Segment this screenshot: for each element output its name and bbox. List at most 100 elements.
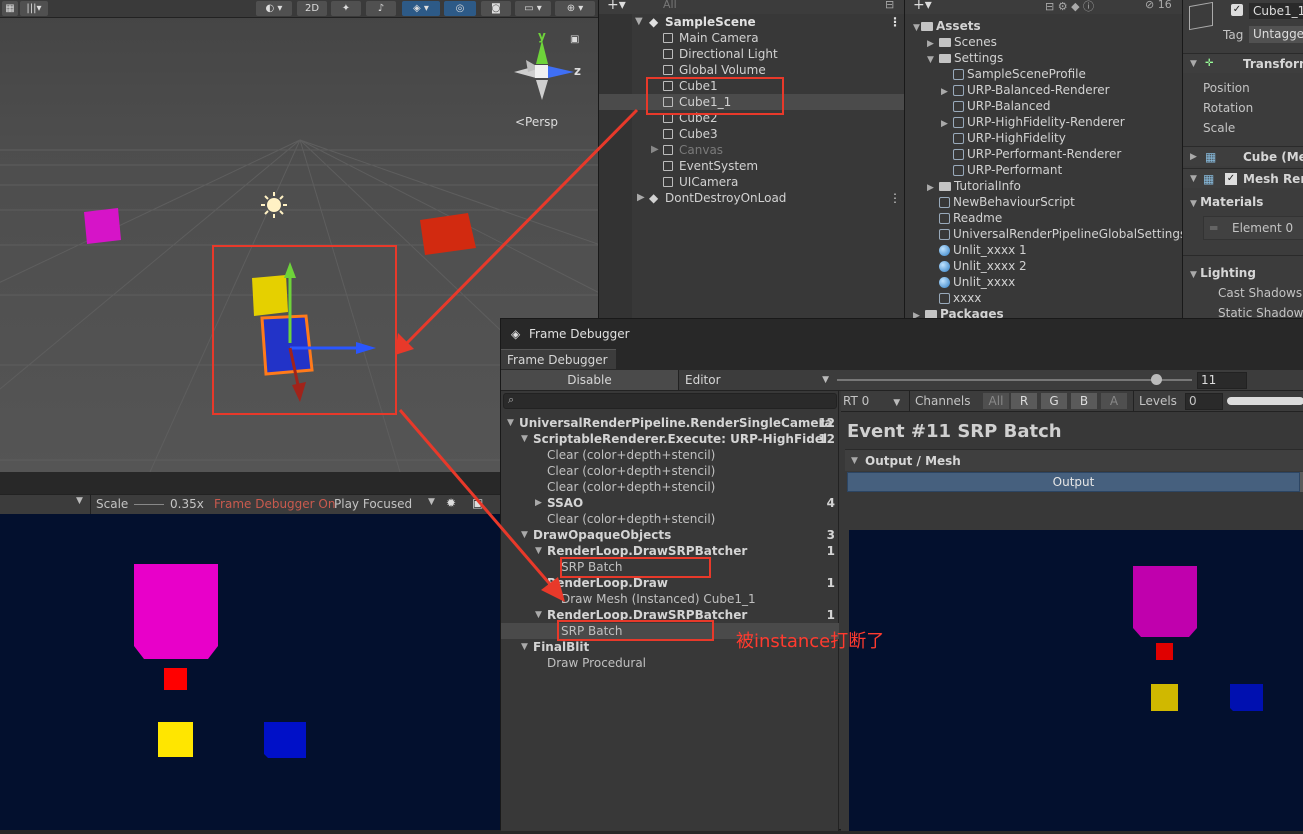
project-item[interactable]: ▼ Settings (905, 50, 1183, 66)
project-item[interactable]: ▶ URP-HighFidelity-Renderer (905, 114, 1183, 130)
mesh-renderer-header[interactable]: ▼▦✓Mesh Renderer (1183, 168, 1303, 188)
event-tree-row[interactable]: SRP Batch (501, 559, 839, 575)
window-titlebar[interactable]: ◈ Frame Debugger (501, 319, 1303, 349)
expand-arrow-icon[interactable]: ▶ (651, 142, 659, 158)
project-item[interactable]: ▶ URP-Balanced-Renderer (905, 82, 1183, 98)
element-0-row[interactable]: ═ Element 0 (1203, 216, 1303, 240)
selected-cube[interactable] (260, 314, 314, 376)
tag-dropdown[interactable]: Untagged (1249, 26, 1303, 43)
expand-arrow-icon[interactable]: ▼ (521, 527, 528, 543)
channel-all-button[interactable]: All (983, 393, 1009, 409)
event-slider-handle[interactable] (1151, 374, 1162, 385)
tree-search-input[interactable]: ⌕ (503, 393, 837, 409)
hierarchy-item[interactable]: Cube1_1 (599, 94, 905, 110)
hierarchy-item[interactable]: EventSystem (599, 158, 905, 174)
hierarchy-item[interactable]: Cube3 (599, 126, 905, 142)
expand-arrow-icon[interactable]: ▶ (535, 495, 542, 511)
hierarchy-item[interactable]: Cube1 (599, 78, 905, 94)
hierarchy-item[interactable]: ▶ Canvas (599, 142, 905, 158)
hierarchy-search[interactable]: All (663, 0, 677, 11)
perspective-label[interactable]: <Persp (515, 115, 558, 129)
scene-root-row[interactable]: ▼ ◆ SampleScene ⋮ (599, 14, 905, 30)
filter-icons[interactable]: ⊟ ⚙ ◆ ⓘ (1045, 0, 1094, 14)
gizmos-icon[interactable]: ⊕ ▾ (555, 1, 595, 16)
play-mode-chevron-icon[interactable]: ▼ (428, 497, 435, 507)
project-item[interactable]: SampleSceneProfile (905, 66, 1183, 82)
event-number-field[interactable]: 11 (1197, 372, 1247, 389)
levels-slider[interactable] (1227, 397, 1303, 405)
channel-g-button[interactable]: G (1041, 393, 1067, 409)
mesh-filter-header[interactable]: ▶▦Cube (Mesh Filter) (1183, 146, 1303, 166)
add-icon[interactable]: +▾ (607, 0, 626, 13)
rt-dropdown[interactable]: RT 0 ▼ (843, 394, 900, 408)
event-tree-row[interactable]: Draw Mesh (Instanced) Cube1_1 (501, 591, 839, 607)
event-tree-row[interactable]: ▼ UniversalRenderPipeline.RenderSingleCam… (501, 415, 839, 431)
materials-foldout[interactable]: ▼ Materials (1190, 195, 1263, 209)
effects-icon[interactable]: ◈ ▾ (402, 1, 440, 16)
hierarchy-item[interactable]: Directional Light (599, 46, 905, 62)
event-tree-row[interactable]: Clear (color+depth+stencil) (501, 479, 839, 495)
channel-a-button[interactable]: A (1101, 393, 1127, 409)
scene-menu-icon[interactable]: ⋮ (889, 14, 901, 30)
dont-destroy-row[interactable]: ▶ ◆ DontDestroyOnLoad ⋮ (599, 190, 905, 206)
project-item[interactable]: Unlit_xxxx 2 (905, 258, 1183, 274)
frame-debugger-status[interactable]: Frame Debugger On (214, 497, 335, 511)
project-item[interactable]: URP-Performant-Renderer (905, 146, 1183, 162)
hierarchy-item[interactable]: Main Camera (599, 30, 905, 46)
project-item[interactable]: xxxx (905, 290, 1183, 306)
project-item[interactable]: URP-HighFidelity (905, 130, 1183, 146)
project-item[interactable]: URP-Balanced (905, 98, 1183, 114)
active-checkbox[interactable]: ✓ (1231, 4, 1243, 16)
hierarchy-item[interactable]: Cube2 (599, 110, 905, 126)
event-tree-row[interactable]: RenderLoop.Draw 1 (501, 575, 839, 591)
event-slider-track[interactable] (837, 379, 1192, 381)
lock-icon[interactable]: ▣ (570, 34, 579, 45)
expand-arrow-icon[interactable]: ▼ (535, 607, 542, 623)
renderer-checkbox[interactable]: ✓ (1225, 173, 1237, 185)
row-menu-icon[interactable]: ⋮ (889, 190, 901, 206)
game-view[interactable] (0, 514, 500, 830)
event-tree-row[interactable]: ▼ RenderLoop.DrawSRPBatcher 1 (501, 607, 839, 623)
object-name-field[interactable]: Cube1_1 (1249, 3, 1303, 19)
expand-arrow-icon[interactable]: ▼ (507, 415, 514, 431)
channel-b-button[interactable]: B (1071, 393, 1097, 409)
output-mesh-foldout[interactable]: ▼ Output / Mesh (845, 449, 1303, 471)
event-tree-row[interactable]: ▶ SSAO 4 (501, 495, 839, 511)
assets-root[interactable]: ▼ Assets (905, 18, 1183, 34)
project-item[interactable]: Unlit_xxxx (905, 274, 1183, 290)
play-mode-dropdown[interactable]: Play Focused (334, 497, 412, 511)
hidden-objects-icon[interactable]: ◎ (444, 1, 476, 16)
channel-r-button[interactable]: R (1011, 393, 1037, 409)
project-item[interactable]: ▶ TutorialInfo (905, 178, 1183, 194)
transform-header[interactable]: ▼✛Transform (1183, 53, 1303, 73)
lighting-foldout[interactable]: ▼ Lighting (1190, 266, 1256, 280)
stats-icon[interactable]: ▣ (472, 496, 483, 510)
event-tree-row[interactable]: ▼ ScriptableRenderer.Execute: URP-HighFid… (501, 431, 839, 447)
expand-arrow-icon[interactable]: ▼ (521, 639, 528, 655)
event-tree-row[interactable]: Clear (color+depth+stencil) (501, 463, 839, 479)
event-tree-row[interactable]: Draw Procedural (501, 655, 839, 671)
grid-toggle-icon[interactable]: ▦ (2, 1, 18, 16)
tab-frame-debugger[interactable]: Frame Debugger (501, 349, 616, 369)
project-item[interactable]: Readme (905, 210, 1183, 226)
search-mode-icon[interactable]: ⊟ (885, 0, 894, 11)
output-tab[interactable]: Output (847, 472, 1300, 492)
hidden-count[interactable]: ⊘ 16 (1145, 0, 1172, 11)
scale-slider[interactable] (134, 504, 164, 505)
hierarchy-item[interactable]: Global Volume (599, 62, 905, 78)
audio-icon[interactable]: ♪ (366, 1, 396, 16)
snap-icon[interactable]: |||▾ (20, 1, 48, 16)
project-item[interactable]: ▶ Scenes (905, 34, 1183, 50)
disable-button[interactable]: Disable (501, 370, 679, 390)
project-item[interactable]: Unlit_xxxx 1 (905, 242, 1183, 258)
display-dropdown-icon[interactable]: ▼ (76, 496, 83, 506)
expand-arrow-icon[interactable]: ▼ (521, 431, 528, 447)
yellow-cube[interactable] (252, 275, 288, 316)
project-item[interactable]: NewBehaviourScript (905, 194, 1183, 210)
bug-icon[interactable]: ✹ (446, 496, 456, 510)
camera-icon[interactable]: ◙ (481, 1, 511, 16)
mode-2d-button[interactable]: 2D (297, 1, 327, 16)
hierarchy-item[interactable]: UICamera (599, 174, 905, 190)
levels-field[interactable]: 0 (1185, 393, 1223, 410)
project-item[interactable]: UniversalRenderPipelineGlobalSettings (905, 226, 1183, 242)
